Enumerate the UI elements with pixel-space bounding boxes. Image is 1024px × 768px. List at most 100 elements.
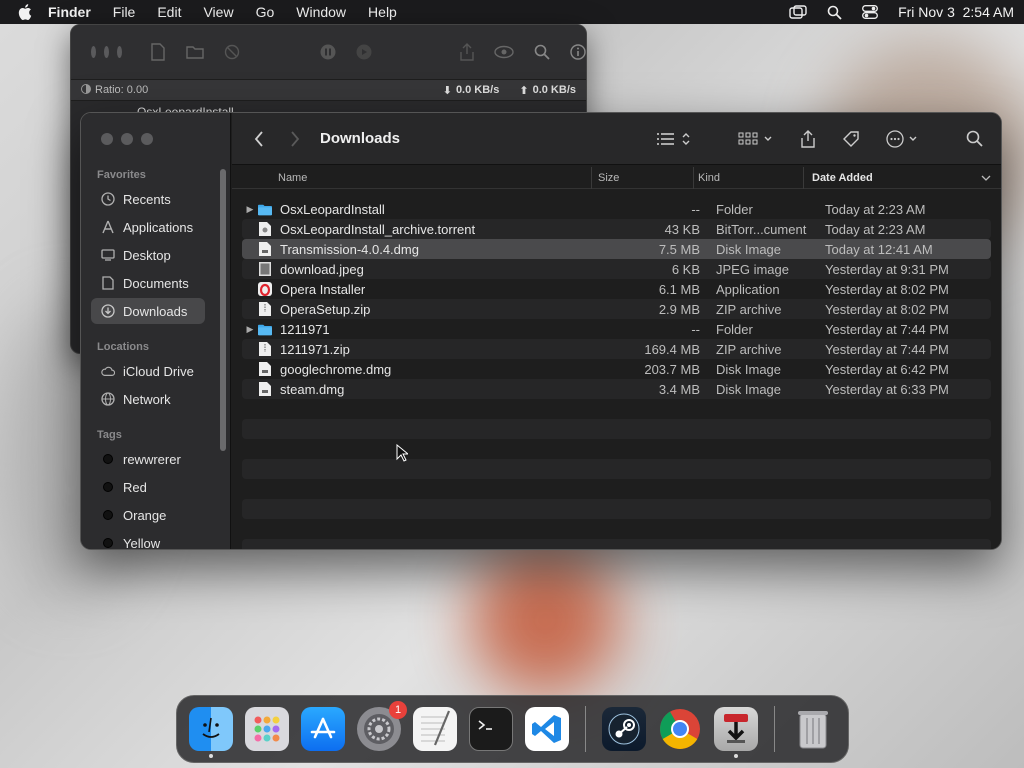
apple-menu-icon[interactable] <box>18 4 34 20</box>
screen-mirroring-icon[interactable] <box>789 5 807 19</box>
tr-minimize-button[interactable] <box>104 46 109 58</box>
file-size: -- <box>691 321 700 337</box>
quicklook-icon[interactable] <box>494 45 514 59</box>
search-icon[interactable] <box>966 130 983 147</box>
zip-file-icon <box>258 302 272 316</box>
inspector-icon[interactable] <box>570 44 586 60</box>
dock-app-store-icon[interactable] <box>301 707 345 751</box>
table-row[interactable]: ▶ OsxLeopardInstall -- Folder Today at 2… <box>242 199 991 219</box>
dock-textedit-icon[interactable] <box>413 707 457 751</box>
sidebar-item-icloud-drive[interactable]: iCloud Drive <box>91 358 205 384</box>
sidebar-item-documents[interactable]: Documents <box>91 270 205 296</box>
tr-zoom-button[interactable] <box>117 46 122 58</box>
sidebar-scrollbar[interactable] <box>220 169 226 451</box>
menu-app-name[interactable]: Finder <box>48 4 91 20</box>
disclosure-chevron-icon[interactable]: ▶ <box>242 204 258 215</box>
menu-help[interactable]: Help <box>368 4 397 20</box>
column-size[interactable]: Size <box>592 166 694 189</box>
dock-finder-icon[interactable] <box>189 707 233 758</box>
menu-view[interactable]: View <box>203 4 233 20</box>
sidebar-item-label: Red <box>123 479 147 495</box>
zoom-button[interactable] <box>141 133 153 145</box>
file-name: Opera Installer <box>280 281 366 297</box>
file-size: 2.9 MB <box>658 301 700 317</box>
sidebar-item-downloads[interactable]: Downloads <box>91 298 205 324</box>
share-icon[interactable] <box>460 43 474 61</box>
sidebar-item-recents[interactable]: Recents <box>91 186 205 212</box>
table-row[interactable]: download.jpeg 6 KB JPEG image Yesterday … <box>242 259 991 279</box>
remove-icon[interactable] <box>224 44 240 60</box>
menu-edit[interactable]: Edit <box>157 4 181 20</box>
table-row-selected[interactable]: Transmission-4.0.4.dmg 7.5 MB Disk Image… <box>242 239 991 259</box>
pause-all-icon[interactable] <box>320 44 336 60</box>
group-by-icon[interactable] <box>738 131 774 147</box>
file-size: 6 KB <box>671 261 700 277</box>
empty-row <box>242 479 991 499</box>
file-size: -- <box>691 201 700 217</box>
finder-toolbar: Downloads <box>232 113 1001 165</box>
sidebar-item-desktop[interactable]: Desktop <box>91 242 205 268</box>
list-view-icon[interactable] <box>656 131 692 147</box>
folder-icon <box>258 322 272 336</box>
finder-window[interactable]: Favorites Recents Applications Desktop D… <box>80 112 1002 550</box>
dock-vscode-icon[interactable] <box>525 707 569 751</box>
menu-clock[interactable]: Fri Nov 3 2:54 AM <box>898 4 1014 20</box>
tag-dot-icon <box>103 510 113 520</box>
control-center-icon[interactable] <box>862 5 879 19</box>
dock-terminal-icon[interactable] <box>469 707 513 751</box>
file-size: 169.4 MB <box>644 341 700 357</box>
resume-all-icon[interactable] <box>356 44 372 60</box>
column-name[interactable]: Name <box>232 166 592 189</box>
back-chevron-icon[interactable] <box>254 130 264 147</box>
tr-close-button[interactable] <box>91 46 96 58</box>
file-kind: Disk Image <box>716 241 782 257</box>
table-row[interactable]: OperaSetup.zip 2.9 MB ZIP archive Yester… <box>242 299 991 319</box>
spotlight-search-icon[interactable] <box>827 5 842 20</box>
table-row[interactable]: Opera Installer 6.1 MB Application Yeste… <box>242 279 991 299</box>
table-row[interactable]: OsxLeopardInstall_archive.torrent 43 KB … <box>242 219 991 239</box>
dock-trash-icon[interactable] <box>791 707 835 751</box>
table-row[interactable]: googlechrome.dmg 203.7 MB Disk Image Yes… <box>242 359 991 379</box>
sort-chevron-down-icon <box>981 172 991 184</box>
open-torrent-icon[interactable] <box>150 43 166 61</box>
tag-icon[interactable] <box>842 130 860 148</box>
clock-icon <box>101 192 115 206</box>
download-circle-icon <box>101 304 115 318</box>
menu-go[interactable]: Go <box>256 4 275 20</box>
filter-search-icon[interactable] <box>534 44 550 60</box>
more-actions-icon[interactable] <box>886 129 920 148</box>
table-row[interactable]: steam.dmg 3.4 MB Disk Image Yesterday at… <box>242 379 991 399</box>
transmission-toolbar <box>71 25 586 79</box>
sidebar-item-applications[interactable]: Applications <box>91 214 205 240</box>
cloud-icon <box>101 364 115 378</box>
forward-chevron-icon[interactable] <box>290 130 300 147</box>
share-icon[interactable] <box>800 129 816 148</box>
dock-steam-icon[interactable] <box>602 707 646 751</box>
sidebar-item-label: Desktop <box>123 247 171 263</box>
open-folder-icon[interactable] <box>186 45 204 59</box>
empty-row <box>242 519 991 539</box>
dock-chrome-icon[interactable] <box>658 707 702 751</box>
file-kind: BitTorr...cument <box>716 221 807 237</box>
sidebar-item-label: Yellow <box>123 535 161 550</box>
menu-window[interactable]: Window <box>296 4 346 20</box>
table-row[interactable]: 1211971.zip 169.4 MB ZIP archive Yesterd… <box>242 339 991 359</box>
sidebar-item-network[interactable]: Network <box>91 386 205 412</box>
dock-system-settings-icon[interactable]: 1 <box>357 701 407 751</box>
menu-file[interactable]: File <box>113 4 136 20</box>
disclosure-chevron-icon[interactable]: ▶ <box>242 324 258 335</box>
sidebar-tag-rewwrerer[interactable]: rewwrerer <box>91 446 205 472</box>
table-row[interactable]: ▶ 1211971 -- Folder Yesterday at 7:44 PM <box>242 319 991 339</box>
dock-launchpad-icon[interactable] <box>245 707 289 751</box>
sidebar-tag-yellow[interactable]: Yellow <box>91 530 205 550</box>
dock-transmission-icon[interactable] <box>714 707 758 758</box>
column-date-added[interactable]: Date Added <box>804 167 1001 189</box>
minimize-button[interactable] <box>121 133 133 145</box>
close-button[interactable] <box>101 133 113 145</box>
empty-row <box>242 499 991 519</box>
file-name: 1211971 <box>280 321 330 337</box>
sidebar-tag-red[interactable]: Red <box>91 474 205 500</box>
sidebar-tag-orange[interactable]: Orange <box>91 502 205 528</box>
column-kind[interactable]: Kind <box>694 166 804 189</box>
dock-separator <box>774 706 775 752</box>
